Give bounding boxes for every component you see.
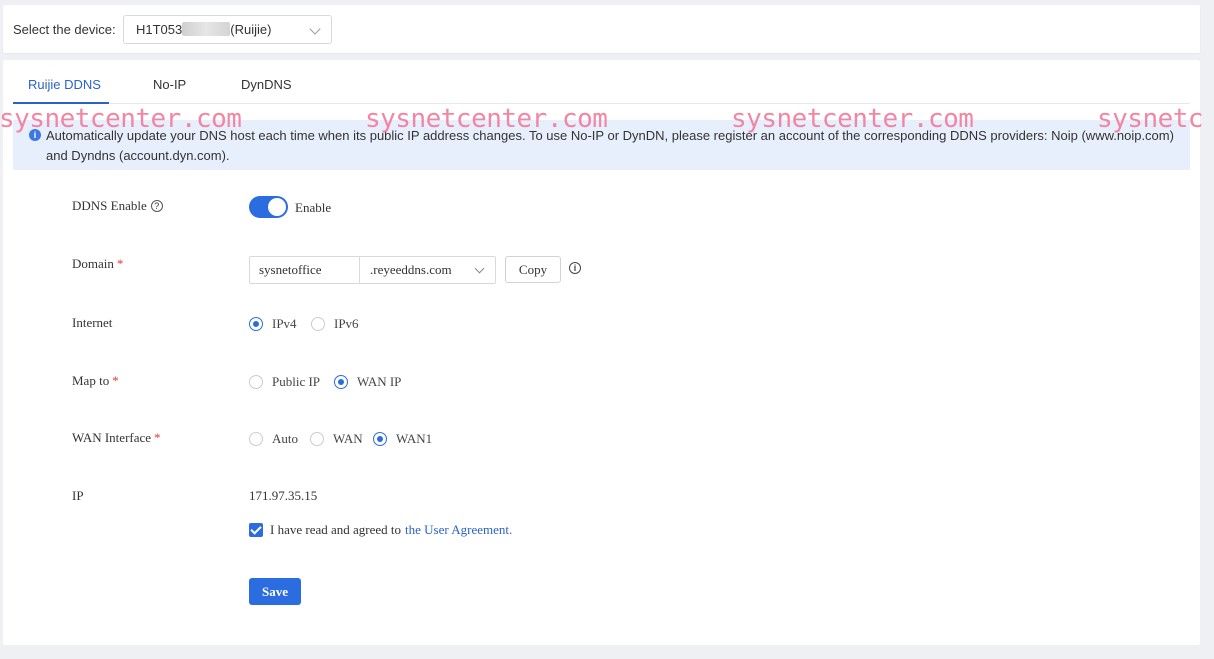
blurred-serial: [182, 22, 231, 36]
radio-dot: [311, 317, 325, 331]
toggle-knob: [268, 198, 286, 216]
device-selector-label: Select the device:: [13, 22, 116, 37]
help-icon[interactable]: ?: [150, 200, 163, 212]
radio-label: WAN IP: [357, 374, 402, 389]
radio-label: IPv4: [272, 316, 297, 331]
info-icon: i: [29, 129, 41, 141]
ddns-enable-label-text: DDNS Enable: [72, 198, 147, 213]
ip-value: 171.97.35.15: [249, 488, 318, 503]
map-to-label-text: Map to: [72, 373, 110, 388]
required-mark: *: [112, 373, 119, 388]
agreement-checkbox[interactable]: [249, 523, 263, 537]
active-tab-indicator: [13, 102, 109, 104]
info-notice: i Automatically update your DNS host eac…: [13, 120, 1190, 170]
device-name-prefix: H1T053: [136, 22, 183, 37]
radio-auto[interactable]: Auto: [249, 431, 298, 447]
radio-wan[interactable]: WAN: [310, 431, 363, 447]
radio-dot: [249, 375, 263, 389]
ddns-tabs: Ruijie DDNS No-IP DynDNS: [13, 60, 1190, 104]
radio-dot: [249, 432, 263, 446]
required-mark: *: [116, 256, 124, 271]
notice-text: Automatically update your DNS host each …: [46, 128, 1174, 163]
domain-label-text: Domain: [72, 256, 114, 271]
wan-interface-label-text: WAN Interface: [72, 430, 152, 445]
tab-no-ip[interactable]: No-IP: [153, 77, 186, 92]
required-mark: *: [154, 430, 161, 445]
tab-ruijie-ddns[interactable]: Ruijie DDNS: [28, 77, 101, 92]
radio-label: Public IP: [272, 374, 321, 389]
radio-wan-ip[interactable]: WAN IP: [334, 374, 401, 390]
radio-dot: [249, 317, 263, 331]
radio-public-ip[interactable]: Public IP: [249, 374, 320, 390]
ddns-settings-card: Ruijie DDNS No-IP DynDNS i Automatically…: [0, 60, 1204, 645]
domain-label: Domain *: [72, 256, 123, 272]
toggle-state-text: Enable: [295, 200, 332, 215]
agreement-text: I have read and agreed to: [270, 522, 402, 537]
radio-dot: [373, 432, 387, 446]
radio-dot: [334, 375, 348, 389]
wan-interface-label: WAN Interface *: [72, 430, 161, 446]
radio-label: WAN1: [396, 431, 433, 446]
device-name-suffix: (Ruijie): [230, 22, 272, 37]
device-select-dropdown[interactable]: H1T053 (Ruijie): [123, 15, 332, 44]
radio-label: IPv6: [334, 316, 359, 331]
tab-dyndns[interactable]: DynDNS: [241, 77, 292, 92]
chevron-down-icon: [474, 263, 485, 274]
ddns-enable-label: DDNS Enable?: [72, 198, 163, 214]
radio-wan1[interactable]: WAN1: [373, 431, 432, 447]
domain-input[interactable]: sysnetoffice: [249, 256, 360, 284]
ddns-enable-toggle[interactable]: [249, 196, 288, 218]
radio-label: Auto: [272, 431, 298, 446]
radio-label: WAN: [333, 431, 363, 446]
copy-button[interactable]: Copy: [505, 256, 561, 283]
agreement-row: I have read and agreed to the User Agree…: [249, 522, 512, 538]
radio-dot: [310, 432, 324, 446]
radio-ipv4[interactable]: IPv4: [249, 316, 297, 332]
domain-suffix-value: .reyeeddns.com: [370, 262, 452, 277]
radio-ipv6[interactable]: IPv6: [311, 316, 359, 332]
map-to-label: Map to *: [72, 373, 119, 389]
device-selector-card: Select the device: H1T053 (Ruijie): [3, 5, 1200, 53]
save-button[interactable]: Save: [249, 578, 301, 605]
domain-suffix-select[interactable]: .reyeeddns.com: [359, 256, 496, 284]
chevron-down-icon: [309, 23, 321, 35]
ip-label: IP: [72, 488, 84, 503]
user-agreement-link[interactable]: the User Agreement.: [405, 522, 512, 538]
internet-label: Internet: [72, 315, 113, 330]
info-icon[interactable]: i: [569, 262, 581, 274]
